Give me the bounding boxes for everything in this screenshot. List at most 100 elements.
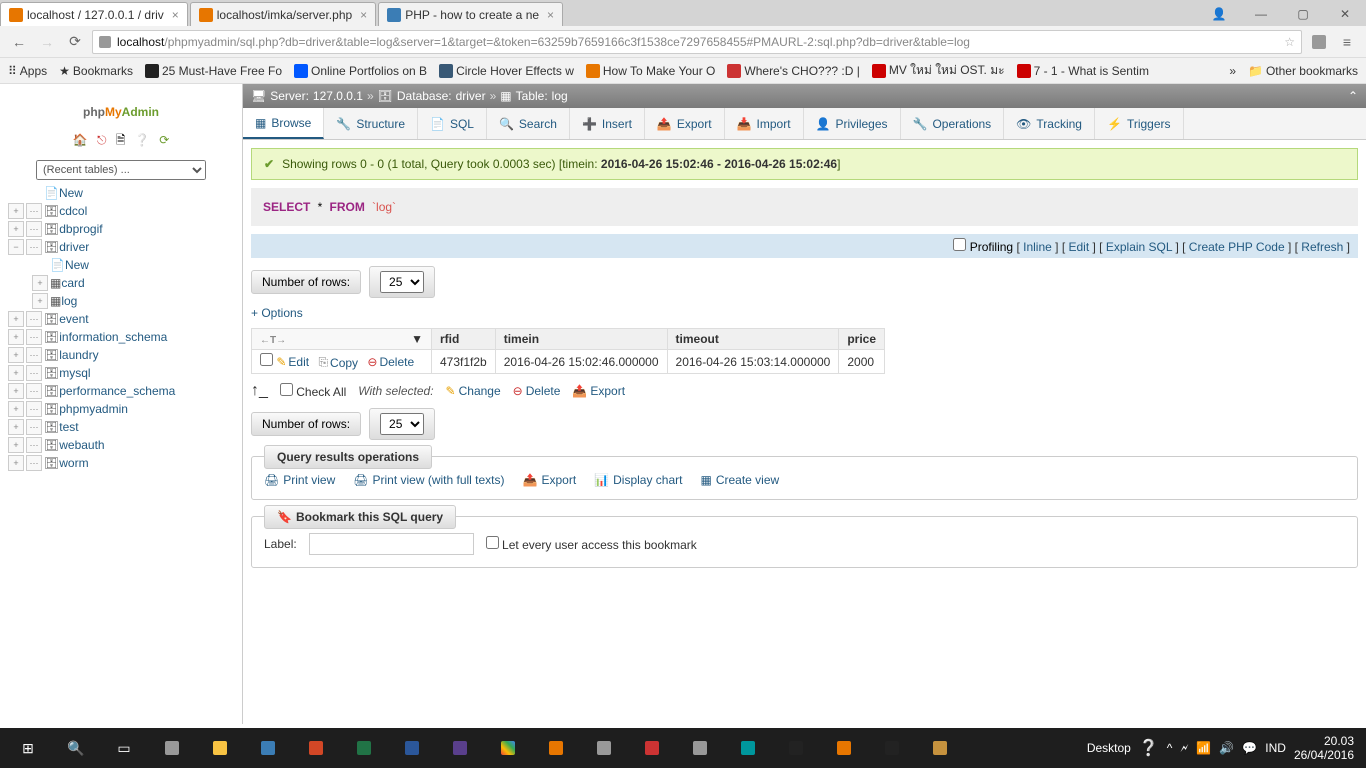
overflow-button[interactable]: » — [1229, 64, 1236, 78]
close-icon[interactable]: × — [172, 8, 179, 22]
print-view-link[interactable]: 🖨Print view — [264, 473, 335, 487]
app-icon[interactable] — [916, 728, 964, 768]
cmd-icon[interactable] — [868, 728, 916, 768]
explorer-icon[interactable] — [196, 728, 244, 768]
cell-timeout[interactable]: 2016-04-26 15:03:14.000000 — [667, 350, 839, 374]
volume-icon[interactable]: 🔊 — [1219, 741, 1234, 755]
delete-selected-link[interactable]: ⊖Delete — [513, 384, 561, 398]
tab-import[interactable]: 📥Import — [725, 108, 804, 139]
createphp-link[interactable]: Create PHP Code — [1189, 240, 1285, 254]
change-selected-link[interactable]: ✎Change — [446, 384, 501, 398]
cell-timein[interactable]: 2016-04-26 15:02:46.000000 — [495, 350, 667, 374]
language-indicator[interactable]: IND — [1265, 741, 1286, 755]
arduino-icon[interactable] — [724, 728, 772, 768]
bookmark-item[interactable]: 25 Must-Have Free Fo — [145, 64, 282, 78]
xampp-icon[interactable] — [820, 728, 868, 768]
browser-tab-1[interactable]: localhost / 127.0.0.1 / driv × — [0, 2, 188, 26]
excel-icon[interactable] — [340, 728, 388, 768]
apps-button[interactable]: ⠿Apps — [8, 64, 47, 78]
chrome-icon[interactable] — [484, 728, 532, 768]
copy-row-link[interactable]: ⎘Copy — [318, 355, 358, 370]
tree-db[interactable]: +⋯🗄phpmyadmin — [4, 400, 238, 418]
bookmark-label-input[interactable] — [309, 533, 474, 555]
tree-db[interactable]: +⋯🗄laundry — [4, 346, 238, 364]
edge-icon[interactable] — [244, 728, 292, 768]
user-icon[interactable]: 👤 — [1198, 1, 1240, 26]
store-icon[interactable] — [148, 728, 196, 768]
tree-db[interactable]: +⋯🗄event — [4, 310, 238, 328]
bookmark-item[interactable]: MV ใหม่ ใหม่ OST. มะ — [872, 61, 1005, 80]
word-icon[interactable] — [388, 728, 436, 768]
tree-db[interactable]: +⋯🗄mysql — [4, 364, 238, 382]
maximize-button[interactable]: ▢ — [1282, 1, 1324, 26]
tree-db[interactable]: +⋯🗄performance_schema — [4, 382, 238, 400]
edit-link[interactable]: Edit — [1068, 240, 1089, 254]
bc-db-link[interactable]: driver — [456, 89, 486, 103]
reload-icon[interactable]: ⟳ — [159, 133, 169, 147]
help-icon[interactable]: ❔ — [1139, 738, 1159, 758]
tree-db[interactable]: +⋯🗄test — [4, 418, 238, 436]
app-icon[interactable] — [580, 728, 628, 768]
rows-select[interactable]: 25 — [380, 413, 424, 435]
tree-table-log[interactable]: +▦log — [28, 292, 238, 310]
logout-icon[interactable]: ⎋ — [97, 133, 107, 147]
col-timein[interactable]: timein — [495, 329, 667, 350]
create-view-link[interactable]: ▦Create view — [700, 473, 779, 487]
app-icon[interactable] — [436, 728, 484, 768]
browser-tab-3[interactable]: PHP - how to create a ne × — [378, 2, 563, 26]
tree-db[interactable]: +⋯🗄dbprogif — [4, 220, 238, 238]
tree-table-card[interactable]: +▦card — [28, 274, 238, 292]
print-view-full-link[interactable]: 🖨Print view (with full texts) — [353, 473, 504, 487]
bc-table-link[interactable]: log — [552, 89, 568, 103]
recent-tables-select[interactable]: (Recent tables) ... — [36, 160, 206, 180]
inline-link[interactable]: Inline — [1023, 240, 1052, 254]
explain-link[interactable]: Explain SQL — [1106, 240, 1172, 254]
tree-db[interactable]: +⋯🗄information_schema — [4, 328, 238, 346]
col-rfid[interactable]: rfid — [432, 329, 496, 350]
bookmark-item[interactable]: ★Bookmarks — [59, 64, 133, 78]
bookmark-item[interactable]: Online Portfolios on B — [294, 64, 427, 78]
back-button[interactable]: ← — [8, 31, 30, 53]
tab-insert[interactable]: ➕Insert — [570, 108, 645, 139]
tab-tracking[interactable]: 👁Tracking — [1004, 108, 1095, 139]
export-selected-link[interactable]: 📤Export — [572, 384, 625, 398]
bookmark-item[interactable]: 7 - 1 - What is Sentim — [1017, 64, 1149, 78]
close-icon[interactable]: × — [360, 8, 367, 22]
refresh-link[interactable]: Refresh — [1301, 240, 1343, 254]
desktop-toolbar[interactable]: Desktop — [1087, 741, 1131, 755]
home-icon[interactable]: 🏠 — [73, 133, 88, 147]
minimize-button[interactable]: — — [1240, 1, 1282, 26]
tab-triggers[interactable]: ⚡Triggers — [1095, 108, 1184, 139]
tree-new-table[interactable]: 📄New — [28, 256, 238, 274]
docs-icon[interactable]: ❔ — [135, 133, 150, 147]
edit-row-link[interactable]: ✎Edit — [276, 355, 309, 369]
wifi-icon[interactable]: 📶 — [1196, 741, 1211, 755]
chevron-up-icon[interactable]: ^ — [1167, 741, 1173, 755]
collapse-icon[interactable]: ⌃ — [1348, 89, 1358, 103]
adobe-icon[interactable] — [628, 728, 676, 768]
bookmark-item[interactable]: How To Make Your O — [586, 64, 716, 78]
tree-db[interactable]: +⋯🗄webauth — [4, 436, 238, 454]
app-icon[interactable] — [532, 728, 580, 768]
menu-icon[interactable]: ≡ — [1336, 31, 1358, 53]
tab-sql[interactable]: 📄SQL — [418, 108, 487, 139]
tab-structure[interactable]: 🔧Structure — [324, 108, 418, 139]
reload-button[interactable]: ⟳ — [64, 31, 86, 53]
tree-new[interactable]: 📄New — [4, 184, 238, 202]
rows-select[interactable]: 25 — [380, 271, 424, 293]
display-chart-link[interactable]: 📊Display chart — [594, 473, 682, 487]
start-button[interactable]: ⊞ — [4, 728, 52, 768]
taskview-button[interactable]: ▭ — [100, 728, 148, 768]
notification-icon[interactable]: 💬 — [1242, 741, 1257, 755]
forward-button[interactable]: → — [36, 31, 58, 53]
tab-privileges[interactable]: 👤Privileges — [804, 108, 901, 139]
tree-db[interactable]: +⋯🗄worm — [4, 454, 238, 472]
extension-icon[interactable] — [1308, 31, 1330, 53]
bookmark-item[interactable]: Circle Hover Effects w — [439, 64, 574, 78]
search-button[interactable]: 🔍 — [52, 728, 100, 768]
tab-export[interactable]: 📤Export — [645, 108, 725, 139]
tree-db-driver[interactable]: −⋯🗄driver — [4, 238, 238, 256]
bookmark-item[interactable]: Where's CHO??? :D | — [727, 64, 859, 78]
clock[interactable]: 20.03 26/04/2016 — [1294, 734, 1354, 763]
tab-search[interactable]: 🔍Search — [487, 108, 570, 139]
